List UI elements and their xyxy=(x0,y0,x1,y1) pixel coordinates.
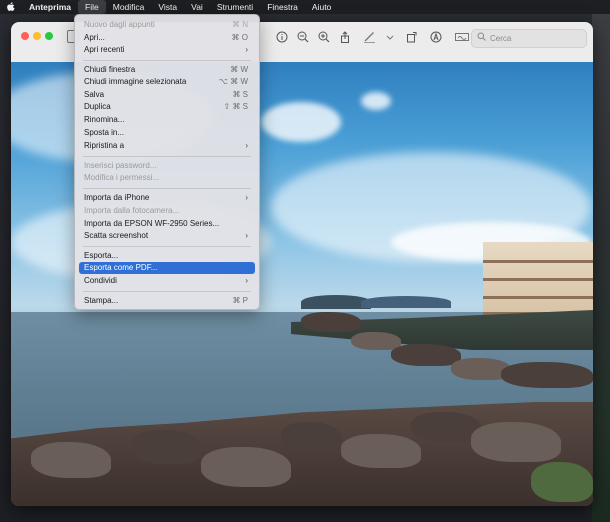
menu-item-salva[interactable]: Salva ⌘ S xyxy=(79,89,255,101)
menu-vista[interactable]: Vista xyxy=(151,0,184,14)
desktop-background xyxy=(592,14,610,522)
markup-toolbar-icon[interactable] xyxy=(429,31,443,45)
menu-vai[interactable]: Vai xyxy=(184,0,210,14)
menu-separator xyxy=(83,188,251,189)
search-field[interactable]: Cerca xyxy=(471,29,587,48)
zoom-in-icon[interactable] xyxy=(317,31,331,45)
menu-item-importa-epson[interactable]: Importa da EPSON WF-2950 Series... xyxy=(79,218,255,230)
menu-item-importa-fotocamera: Importa dalla fotocamera... xyxy=(84,206,180,215)
menu-item-scatta-screenshot[interactable]: Scatta screenshot › xyxy=(79,230,255,242)
chevron-right-icon: › xyxy=(245,45,248,54)
menu-aiuto[interactable]: Aiuto xyxy=(305,0,338,14)
file-menu-dropdown: Nuovo dagli appunti ⌘ N Apri... ⌘ O Apri r… xyxy=(74,14,260,310)
menu-item-inserisci-password: Inserisci password... xyxy=(84,161,157,170)
menu-separator xyxy=(83,60,251,61)
rotate-icon[interactable] xyxy=(405,31,419,45)
menu-item-importa-da-iphone[interactable]: Importa da iPhone › xyxy=(79,192,255,204)
menu-finestra[interactable]: Finestra xyxy=(260,0,305,14)
chevron-right-icon: › xyxy=(245,231,248,240)
menu-app-name[interactable]: Anteprima xyxy=(22,0,78,14)
menu-separator xyxy=(83,156,251,157)
fullscreen-window-button[interactable] xyxy=(45,32,53,40)
menu-item-duplica[interactable]: Duplica ⇧ ⌘ S xyxy=(79,101,255,113)
menu-item-stampa[interactable]: Stampa... ⌘ P xyxy=(79,295,255,307)
markup-pen-icon[interactable] xyxy=(362,31,376,45)
menu-item-apri-recenti[interactable]: Apri recenti › xyxy=(79,44,255,56)
menu-item-esporta[interactable]: Esporta... xyxy=(79,250,255,262)
chevron-right-icon: › xyxy=(245,193,248,202)
menu-item-rinomina[interactable]: Rinomina... xyxy=(79,114,255,126)
menu-item-modifica-permessi: Modifica i permessi... xyxy=(84,173,160,182)
menu-strumenti[interactable]: Strumenti xyxy=(210,0,260,14)
menu-item-chiudi-immagine[interactable]: Chiudi immagine selezionata ⌥ ⌘ W xyxy=(79,76,255,88)
signature-icon[interactable] xyxy=(455,31,469,45)
menu-item-esporta-come-pdf[interactable]: Esporta come PDF... xyxy=(79,262,255,274)
chevron-right-icon: › xyxy=(245,276,248,285)
menu-item-ripristina-a[interactable]: Ripristina a › xyxy=(79,140,255,152)
close-window-button[interactable] xyxy=(21,32,29,40)
search-placeholder: Cerca xyxy=(490,34,512,43)
menu-item-apri[interactable]: Apri... ⌘ O xyxy=(79,32,255,44)
menu-item-chiudi-finestra[interactable]: Chiudi finestra ⌘ W xyxy=(79,64,255,76)
search-icon xyxy=(472,30,490,47)
minimize-window-button[interactable] xyxy=(33,32,41,40)
share-icon[interactable] xyxy=(338,31,352,45)
menu-item-condividi[interactable]: Condividi › xyxy=(79,275,255,287)
apple-menu-icon[interactable] xyxy=(0,1,22,13)
menu-item-nuovo-dagli-appunti: Nuovo dagli appunti ⌘ N xyxy=(84,20,248,29)
zoom-out-icon[interactable] xyxy=(296,31,310,45)
info-icon[interactable] xyxy=(275,31,289,45)
menu-separator xyxy=(83,291,251,292)
building-photo xyxy=(483,242,593,322)
menu-bar: Anteprima File Modifica Vista Vai Strume… xyxy=(0,0,610,14)
menu-modifica[interactable]: Modifica xyxy=(106,0,152,14)
menu-separator xyxy=(83,246,251,247)
menu-file[interactable]: File xyxy=(78,0,106,14)
menu-item-sposta-in[interactable]: Sposta in... xyxy=(79,127,255,139)
chevron-down-icon[interactable] xyxy=(383,31,397,45)
chevron-right-icon: › xyxy=(245,141,248,150)
